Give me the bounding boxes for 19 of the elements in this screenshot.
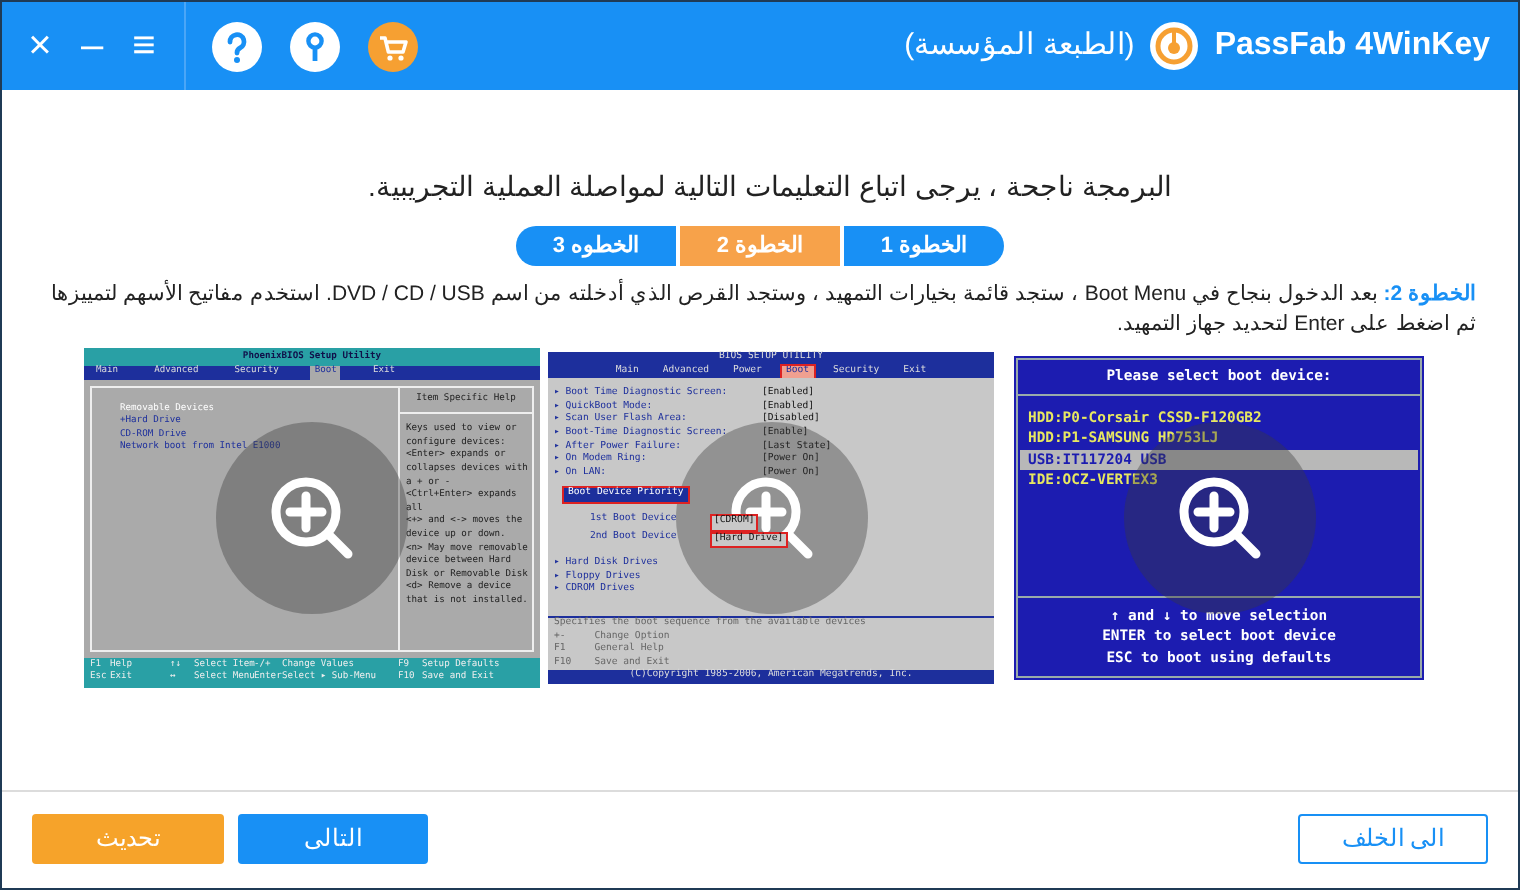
edition-label: (الطبعة المؤسسة) bbox=[904, 25, 1135, 66]
close-button[interactable]: × bbox=[18, 26, 62, 66]
menu-button[interactable]: ≡ bbox=[122, 26, 166, 66]
instruction-text: البرمجة ناجحة ، يرجى اتباع التعليمات التالية لمواصلة العملية التجريبية. bbox=[368, 168, 1172, 207]
back-button[interactable]: الى الخلف bbox=[1298, 813, 1488, 863]
app-title: PassFab 4WinKey bbox=[1214, 26, 1490, 66]
cart-icon[interactable] bbox=[368, 21, 418, 71]
step-tab[interactable]: الخطوه 3 bbox=[516, 226, 676, 266]
step-description: الخطوة 2: بعد الدخول بنجاح في Boot Menu ، ستجد قائمة بخيارات التمهيد ، وستجد القرص الذي أدخلته من اسم DVD / CD / USB. استخدم مفاتيح الأسهم لتمييزها ثم اضغط على Enter لتحديد جهاز التمهيد. bbox=[48, 280, 1476, 340]
step-tab[interactable]: الخطوة 2 bbox=[680, 226, 840, 266]
key-icon[interactable] bbox=[290, 21, 340, 71]
step-tab[interactable]: الخطوة 1 bbox=[844, 226, 1004, 266]
bios-screenshot[interactable] bbox=[544, 348, 998, 688]
help-icon[interactable] bbox=[212, 21, 262, 71]
lock-logo-icon bbox=[1150, 22, 1199, 70]
minimize-button[interactable]: – bbox=[70, 26, 114, 66]
refresh-button[interactable]: تحديث bbox=[32, 813, 224, 863]
bios-screenshot[interactable] bbox=[84, 348, 540, 688]
next-button[interactable]: التالى bbox=[238, 813, 428, 863]
